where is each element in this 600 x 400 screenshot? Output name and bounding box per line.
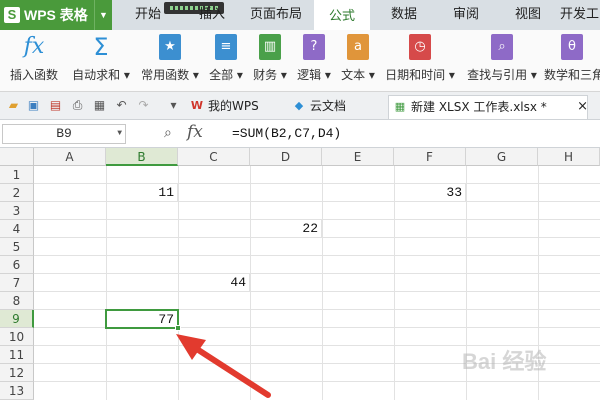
watermark: Bai 经验 <box>462 349 547 374</box>
annotation-arrow <box>176 334 271 398</box>
